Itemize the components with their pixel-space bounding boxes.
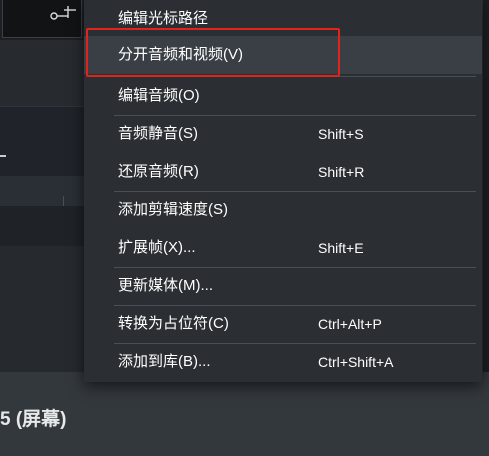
- menu-item-edit-cursor-path[interactable]: 编辑光标路径: [84, 0, 482, 38]
- menu-item-label: 编辑光标路径: [118, 10, 209, 27]
- menu-item-separate-audio-video[interactable]: 分开音频和视频(V): [84, 36, 482, 74]
- background-timeline-ruler: [0, 106, 84, 176]
- background-panel: [0, 40, 84, 106]
- menu-item-label: 编辑音频(O): [118, 87, 200, 104]
- menu-item-update-media[interactable]: 更新媒体(M)...: [84, 267, 482, 305]
- toolbar-tool-button[interactable]: [2, 0, 82, 38]
- cursor-path-icon: [50, 6, 76, 20]
- background-timeline-track: [0, 206, 84, 246]
- menu-item-label: 还原音频(R): [118, 163, 199, 180]
- menu-item-add-clip-speed[interactable]: 添加剪辑速度(S): [84, 191, 482, 229]
- context-menu: 编辑光标路径 分开音频和视频(V) 编辑音频(O) 音频静音(S) Shift+…: [84, 0, 482, 382]
- menu-item-label: 添加到库(B)...: [118, 353, 211, 370]
- menu-item-convert-to-placeholder[interactable]: 转换为占位符(C) Ctrl+Alt+P: [84, 305, 482, 343]
- menu-item-shortcut: Ctrl+Alt+P: [318, 316, 382, 332]
- menu-item-extend-frame[interactable]: 扩展帧(X)... Shift+E: [84, 229, 482, 267]
- menu-item-label: 更新媒体(M)...: [118, 277, 213, 294]
- screen: 5 (屏幕) 编辑光标路径 分开音频和视频(V) 编辑音频(O) 音频静音(S)…: [0, 0, 489, 456]
- menu-item-shortcut: Ctrl+Shift+A: [318, 354, 394, 370]
- menu-item-shortcut: Shift+R: [318, 164, 365, 180]
- background-timeline-track: [0, 176, 84, 206]
- menu-item-shortcut: Shift+S: [318, 126, 364, 142]
- background-scrollbar[interactable]: [482, 0, 489, 372]
- menu-item-add-to-library[interactable]: 添加到库(B)... Ctrl+Shift+A: [84, 343, 482, 381]
- menu-item-restore-audio[interactable]: 还原音频(R) Shift+R: [84, 153, 482, 191]
- menu-item-shortcut: Shift+E: [318, 240, 364, 256]
- timeline-tick: [63, 196, 64, 206]
- background-timeline-track: [0, 246, 84, 372]
- menu-item-mute-audio[interactable]: 音频静音(S) Shift+S: [84, 115, 482, 153]
- menu-item-label: 音频静音(S): [118, 125, 198, 142]
- menu-item-edit-audio[interactable]: 编辑音频(O): [84, 77, 482, 115]
- properties-panel-title: 5 (屏幕): [0, 409, 67, 430]
- menu-item-label: 分开音频和视频(V): [118, 46, 243, 63]
- menu-item-label: 添加剪辑速度(S): [118, 201, 228, 218]
- properties-panel: [0, 372, 489, 456]
- menu-item-label: 扩展帧(X)...: [118, 239, 196, 256]
- collapse-icon[interactable]: [0, 155, 6, 157]
- menu-item-label: 转换为占位符(C): [118, 315, 229, 332]
